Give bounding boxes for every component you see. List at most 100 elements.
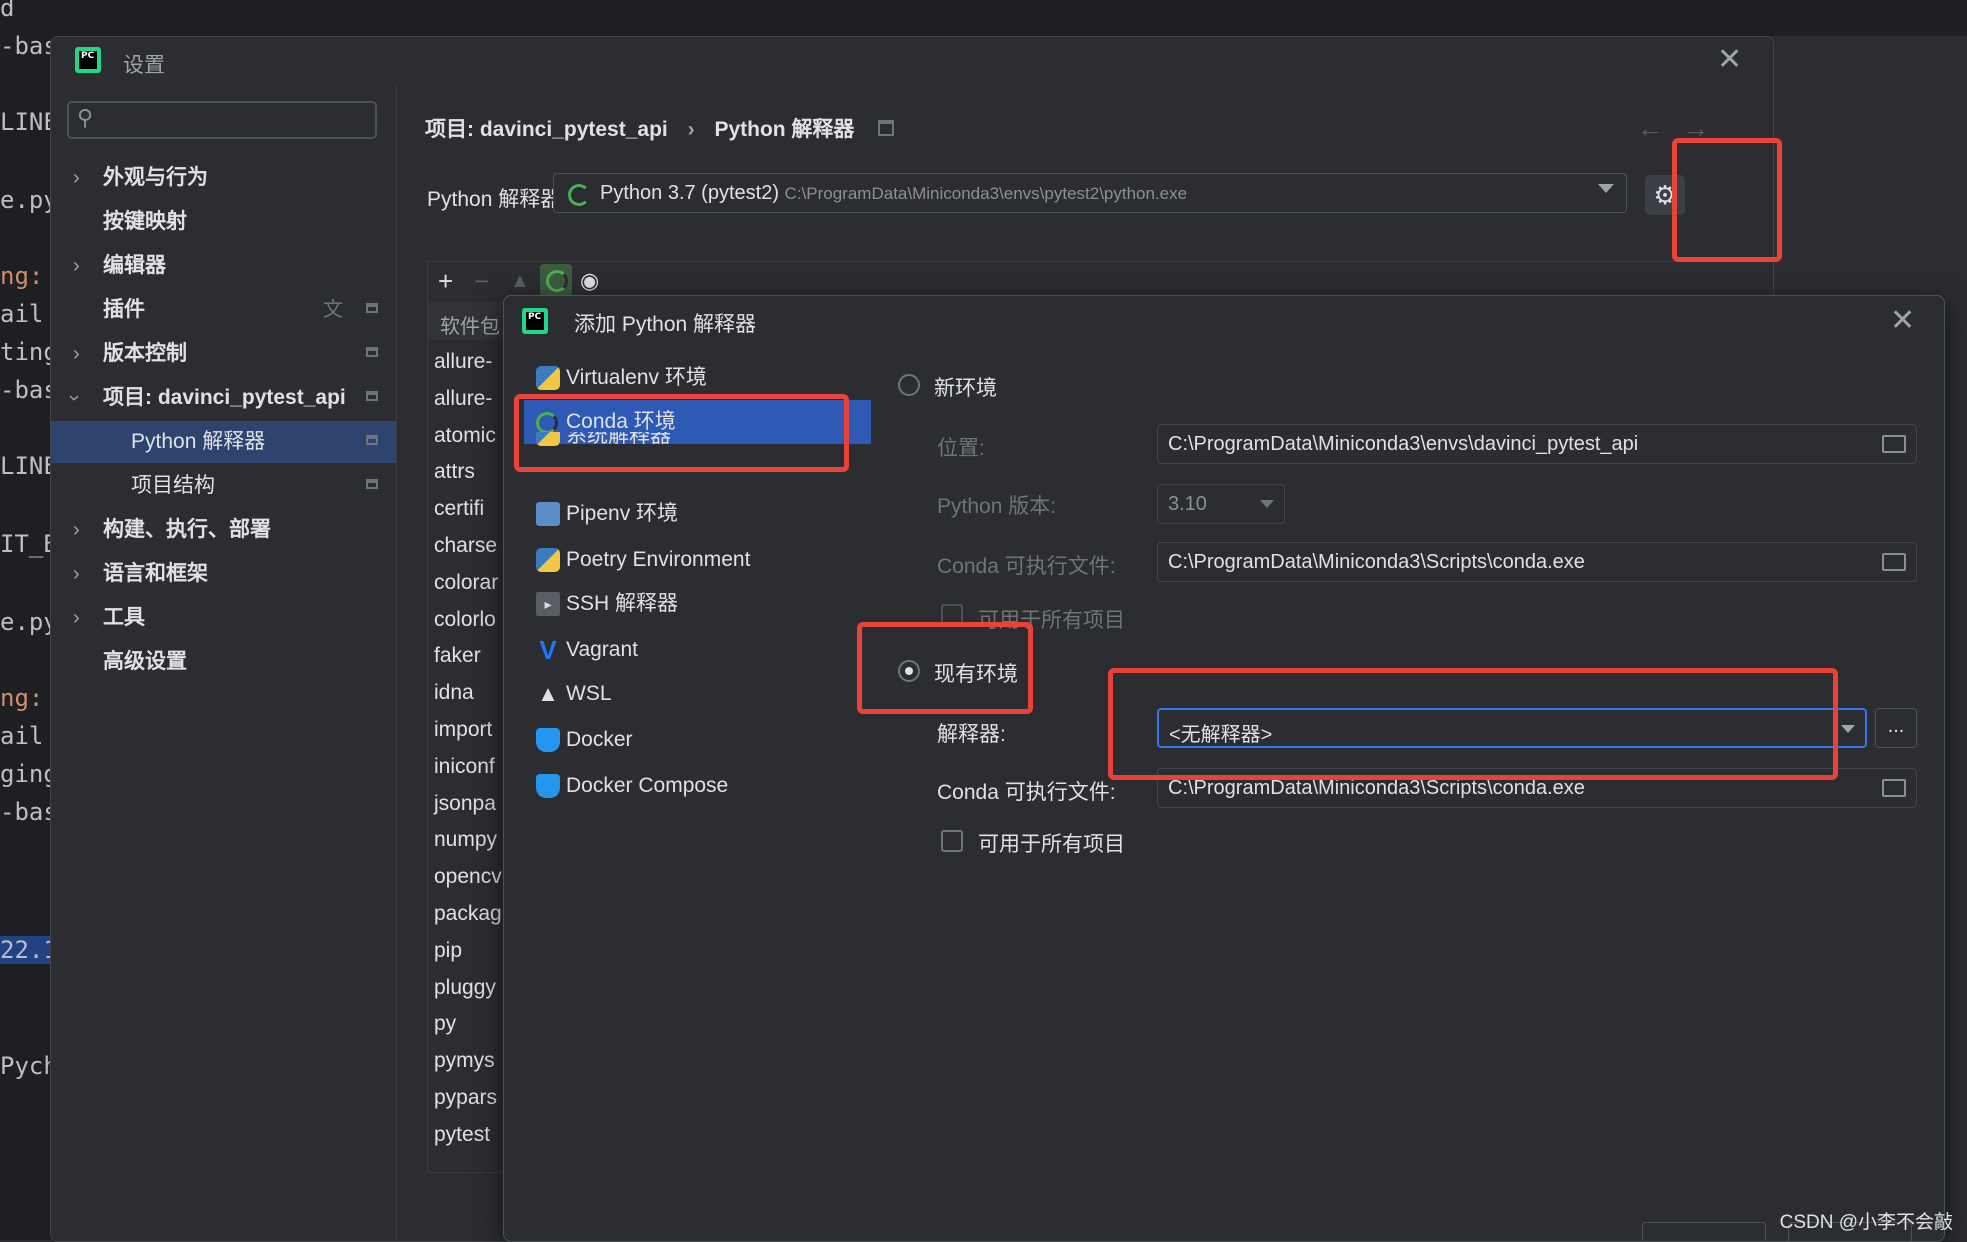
env-type-wsl[interactable]: ▲ WSL [524, 672, 871, 716]
interpreter-select[interactable]: Python 3.7 (pytest2) C:\ProgramData\Mini… [553, 173, 1627, 213]
tree-item-python-interpreter[interactable]: Python 解释器 [51, 421, 396, 463]
new-env-radio[interactable] [898, 374, 920, 396]
tree-item-editor[interactable]: › 编辑器 [51, 245, 396, 287]
tree-item-keymap[interactable]: 按键映射 [51, 201, 396, 243]
tree-item-project-structure[interactable]: 项目结构 [51, 465, 396, 507]
breadcrumb-project[interactable]: 项目: davinci_pytest_api [425, 118, 668, 141]
new-env-label: 新环境 [934, 377, 997, 400]
tree-item-tools[interactable]: › 工具 [51, 597, 396, 639]
folder-icon[interactable] [1882, 435, 1906, 453]
pin-icon[interactable] [878, 120, 895, 136]
conda-exe-field[interactable]: C:\ProgramData\Miniconda3\Scripts\conda.… [1157, 542, 1917, 582]
existing-all-projects-label: 可用于所有项目 [978, 833, 1125, 856]
interpreter-name: Python 3.7 (pytest2) [600, 182, 779, 204]
package-row[interactable]: allure- [434, 350, 492, 374]
env-type-docker-compose[interactable]: Docker Compose [524, 764, 871, 808]
highlight-existing-env [857, 622, 1033, 714]
package-row[interactable]: import [434, 718, 492, 742]
browse-button[interactable]: ... [1875, 708, 1917, 748]
conda-toggle-button[interactable] [540, 264, 572, 296]
package-row[interactable]: faker [434, 644, 481, 668]
package-row[interactable]: idna [434, 681, 474, 705]
package-row[interactable]: certifi [434, 497, 484, 521]
pycharm-logo-icon: PC [75, 47, 101, 73]
pipenv-icon [536, 502, 560, 526]
env-type-vagrant[interactable]: V Vagrant [524, 628, 871, 672]
dialog-title: 添加 Python 解释器 [574, 313, 757, 336]
python-version-label: Python 版本: [937, 495, 1057, 518]
breadcrumb-separator: › [687, 118, 695, 141]
package-row[interactable]: colorlo [434, 608, 496, 632]
tree-item-project[interactable]: › 项目: davinci_pytest_api [51, 377, 396, 419]
eye-icon[interactable]: ◉ [580, 268, 599, 294]
env-type-poetry[interactable]: Poetry Environment [524, 538, 871, 582]
search-input[interactable]: ⚲ [67, 101, 377, 139]
python-icon [536, 366, 560, 390]
tree-item-advanced[interactable]: 高级设置 [51, 641, 396, 683]
close-icon[interactable]: ✕ [1890, 306, 1915, 336]
package-row[interactable]: iniconf [434, 755, 495, 779]
python-icon [536, 548, 560, 572]
package-row[interactable]: py [434, 1012, 456, 1036]
package-row[interactable]: numpy [434, 828, 497, 852]
pin-icon [366, 391, 378, 401]
interpreter-path: C:\ProgramData\Miniconda3\envs\pytest2\p… [784, 184, 1188, 203]
package-row[interactable]: attrs [434, 460, 475, 484]
tree-item-vcs[interactable]: › 版本控制 [51, 333, 396, 375]
docker-icon [536, 774, 560, 798]
chevron-right-icon: › [73, 167, 80, 189]
settings-sidebar: ⚲ › 外观与行为 按键映射 › 编辑器 插件 文 › 版本控制 › 项目: d… [51, 85, 397, 1241]
code-line: ail [0, 722, 44, 750]
package-row[interactable]: charse [434, 534, 497, 558]
package-row[interactable]: colorar [434, 571, 498, 595]
python-version-select[interactable]: 3.10 [1157, 484, 1285, 524]
highlight-conda [514, 394, 849, 472]
location-label: 位置: [937, 437, 985, 460]
upgrade-icon[interactable]: ▲ [510, 270, 530, 293]
interpreter-label: Python 解释器: [427, 188, 568, 211]
package-row[interactable]: pymys [434, 1049, 495, 1073]
close-icon[interactable]: ✕ [1717, 45, 1742, 75]
code-line: ail [0, 300, 44, 328]
add-icon[interactable]: + [438, 266, 453, 297]
tree-item-plugins[interactable]: 插件 文 [51, 289, 396, 331]
tree-item-appearance[interactable]: › 外观与行为 [51, 157, 396, 199]
package-row[interactable]: jsonpa [434, 792, 496, 816]
package-row[interactable]: pluggy [434, 976, 496, 1000]
env-type-list: Virtualenv 环境 Conda 环境 系统解释器 Pipenv 环境 P… [504, 346, 874, 1241]
interpreter-label: 解释器: [937, 723, 1006, 746]
chevron-right-icon: › [73, 607, 80, 629]
package-row[interactable]: opencv [434, 865, 502, 889]
folder-icon[interactable] [1882, 779, 1906, 797]
settings-title-bar: PC 设置 ✕ [51, 37, 1773, 85]
remove-icon[interactable]: − [474, 266, 489, 297]
env-type-docker[interactable]: Docker [524, 718, 871, 762]
package-row[interactable]: packag [434, 902, 502, 926]
settings-title: 设置 [123, 54, 165, 77]
chevron-right-icon: › [73, 343, 80, 365]
vagrant-icon: V [539, 635, 557, 665]
pin-icon [366, 479, 378, 489]
chevron-right-icon: › [73, 255, 80, 277]
ok-button[interactable] [1642, 1222, 1766, 1241]
tree-item-languages[interactable]: › 语言和框架 [51, 553, 396, 595]
breadcrumb: 项目: davinci_pytest_api › Python 解释器 [425, 113, 895, 143]
package-row[interactable]: allure- [434, 387, 492, 411]
env-type-ssh[interactable]: ▸ SSH 解释器 [524, 582, 871, 626]
package-row[interactable]: pypars [434, 1086, 497, 1110]
linux-icon: ▲ [537, 681, 559, 706]
ssh-icon: ▸ [536, 592, 560, 616]
tree-item-build[interactable]: › 构建、执行、部署 [51, 509, 396, 551]
env-type-pipenv[interactable]: Pipenv 环境 [524, 492, 871, 536]
code-line: ng: [0, 684, 44, 712]
location-field[interactable]: C:\ProgramData\Miniconda3\envs\davinci_p… [1157, 424, 1917, 464]
conda-exe-label: Conda 可执行文件: [937, 555, 1116, 578]
chevron-down-icon [1598, 184, 1614, 193]
watermark: CSDN @小李不会敲 [1779, 1212, 1953, 1233]
package-row[interactable]: pytest [434, 1123, 490, 1147]
package-row[interactable]: pip [434, 939, 462, 963]
chevron-down-icon: › [63, 394, 86, 402]
package-row[interactable]: atomic [434, 424, 496, 448]
folder-icon[interactable] [1882, 553, 1906, 571]
existing-all-projects-checkbox[interactable] [941, 830, 963, 852]
